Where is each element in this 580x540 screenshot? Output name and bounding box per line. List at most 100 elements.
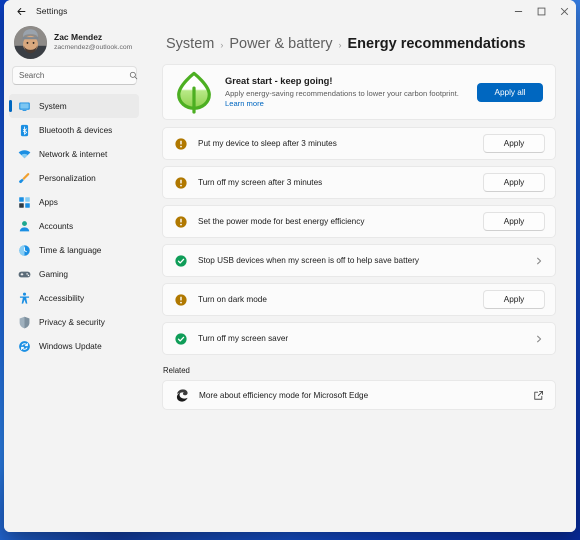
banner-title: Great start - keep going!	[225, 75, 333, 86]
external-link-icon	[533, 390, 544, 401]
apps-grid-icon	[18, 196, 31, 209]
close-icon	[560, 7, 569, 15]
sidebar-item-label: System	[39, 101, 67, 111]
leaf-icon	[177, 71, 211, 114]
apply-button[interactable]: Apply	[483, 134, 545, 153]
maximize-button[interactable]	[530, 0, 553, 22]
sidebar-item-accessibility[interactable]: Accessibility	[9, 286, 139, 310]
sidebar-item-network-internet[interactable]: Network & internet	[9, 142, 139, 166]
recommendation-label: Turn off my screen after 3 minutes	[198, 178, 323, 187]
wifi-icon	[18, 148, 31, 161]
minimize-button[interactable]	[507, 0, 530, 22]
sidebar-item-label: Network & internet	[39, 149, 108, 159]
main-content: System › Power & battery › Energy recomm…	[144, 22, 576, 532]
sidebar-item-apps[interactable]: Apps	[9, 190, 139, 214]
recommendation-label: Turn off my screen saver	[198, 334, 289, 343]
sidebar-item-time-language[interactable]: Time & language	[9, 238, 139, 262]
recommendation-label: Turn on dark mode	[198, 295, 267, 304]
recommendation-row[interactable]: Put my device to sleep after 3 minutes A…	[162, 127, 556, 160]
sidebar-item-label: Apps	[39, 197, 58, 207]
gamepad-icon	[18, 268, 31, 281]
related-heading: Related	[163, 366, 190, 375]
sidebar-item-label: Time & language	[39, 245, 102, 255]
recommendation-label: Set the power mode for best energy effic…	[198, 217, 365, 226]
profile-card[interactable]: Zac Mendez zacmendez@outlook.com	[9, 22, 139, 65]
window-body: Zac Mendez zacmendez@outlook.com System	[4, 22, 576, 532]
sidebar: Zac Mendez zacmendez@outlook.com System	[4, 22, 144, 532]
related-link-row[interactable]: More about efficiency mode for Microsoft…	[162, 380, 556, 410]
breadcrumb-system[interactable]: System	[166, 36, 214, 52]
learn-more-link[interactable]: Learn more	[225, 99, 264, 108]
sidebar-item-label: Accounts	[39, 221, 74, 231]
sidebar-item-label: Windows Update	[39, 341, 102, 351]
update-refresh-icon	[18, 340, 31, 353]
sidebar-item-system[interactable]: System	[9, 94, 139, 118]
window-title: Settings	[36, 6, 68, 16]
recommendation-row[interactable]: Turn on dark mode Apply	[162, 283, 556, 316]
apply-button[interactable]: Apply	[483, 212, 545, 231]
breadcrumb-power-battery[interactable]: Power & battery	[229, 36, 332, 52]
sidebar-item-bluetooth-devices[interactable]: Bluetooth & devices	[9, 118, 139, 142]
title-bar: Settings	[4, 0, 576, 22]
recommendation-row[interactable]: Set the power mode for best energy effic…	[162, 205, 556, 238]
apply-all-button[interactable]: Apply all	[477, 82, 543, 102]
breadcrumb-separator: ›	[220, 40, 224, 50]
recommendation-row[interactable]: Stop USB devices when my screen is off t…	[162, 244, 556, 277]
banner-text: Great start - keep going! Apply energy-s…	[225, 75, 469, 110]
sidebar-item-personalization[interactable]: Personalization	[9, 166, 139, 190]
recommendation-row[interactable]: Turn off my screen saver	[162, 322, 556, 355]
sidebar-item-gaming[interactable]: Gaming	[9, 262, 139, 286]
back-button[interactable]	[10, 2, 32, 20]
accessibility-person-icon	[18, 292, 31, 305]
check-circle-icon	[175, 332, 187, 345]
sidebar-item-privacy-security[interactable]: Privacy & security	[9, 310, 139, 334]
banner-description-text: Apply energy-saving recommendations to l…	[225, 88, 459, 98]
paintbrush-icon	[18, 172, 31, 185]
clock-globe-icon	[18, 244, 31, 257]
recommendation-label: Put my device to sleep after 3 minutes	[198, 139, 337, 148]
chevron-right-icon[interactable]	[532, 335, 545, 343]
window-controls	[507, 0, 576, 22]
apply-button[interactable]: Apply	[483, 290, 545, 309]
warning-icon	[175, 137, 187, 150]
profile-email: zacmendez@outlook.com	[54, 44, 133, 51]
warning-icon	[175, 215, 187, 228]
breadcrumb: System › Power & battery › Energy recomm…	[162, 36, 556, 52]
bluetooth-icon	[18, 124, 31, 137]
close-button[interactable]	[553, 0, 576, 22]
avatar	[14, 26, 47, 59]
breadcrumb-separator: ›	[338, 40, 342, 50]
profile-text: Zac Mendez zacmendez@outlook.com	[54, 32, 132, 53]
search-box[interactable]	[12, 66, 138, 85]
sidebar-item-accounts[interactable]: Accounts	[9, 214, 139, 238]
search-input[interactable]	[19, 71, 129, 80]
search-icon	[129, 71, 138, 80]
apply-button[interactable]: Apply	[483, 173, 545, 192]
banner-description: Apply energy-saving recommendations to l…	[225, 89, 469, 110]
minimize-icon	[514, 10, 523, 12]
settings-window: Settings Zac Mendez zacmendez@outlook.co…	[4, 0, 576, 532]
sidebar-nav: System Bluetooth & devices Network & int…	[9, 94, 139, 358]
profile-name: Zac Mendez	[54, 32, 103, 42]
edge-icon	[175, 388, 189, 402]
user-avatar-icon	[14, 26, 47, 59]
sidebar-item-label: Bluetooth & devices	[39, 125, 113, 135]
sidebar-item-label: Accessibility	[39, 293, 85, 303]
monitor-icon	[18, 100, 31, 113]
maximize-icon	[537, 7, 546, 15]
sidebar-item-label: Gaming	[39, 269, 69, 279]
warning-icon	[175, 293, 187, 306]
sidebar-item-label: Privacy & security	[39, 317, 105, 327]
related-link-label: More about efficiency mode for Microsoft…	[199, 390, 369, 400]
check-circle-icon	[175, 254, 187, 267]
sidebar-item-windows-update[interactable]: Windows Update	[9, 334, 139, 358]
sidebar-item-label: Personalization	[39, 173, 96, 183]
person-icon	[18, 220, 31, 233]
shield-icon	[18, 316, 31, 329]
warning-icon	[175, 176, 187, 189]
recommendation-row[interactable]: Turn off my screen after 3 minutes Apply	[162, 166, 556, 199]
chevron-right-icon[interactable]	[532, 257, 545, 265]
page-title: Energy recommendations	[347, 36, 526, 52]
energy-banner: Great start - keep going! Apply energy-s…	[162, 64, 556, 120]
back-arrow-icon	[16, 7, 25, 15]
